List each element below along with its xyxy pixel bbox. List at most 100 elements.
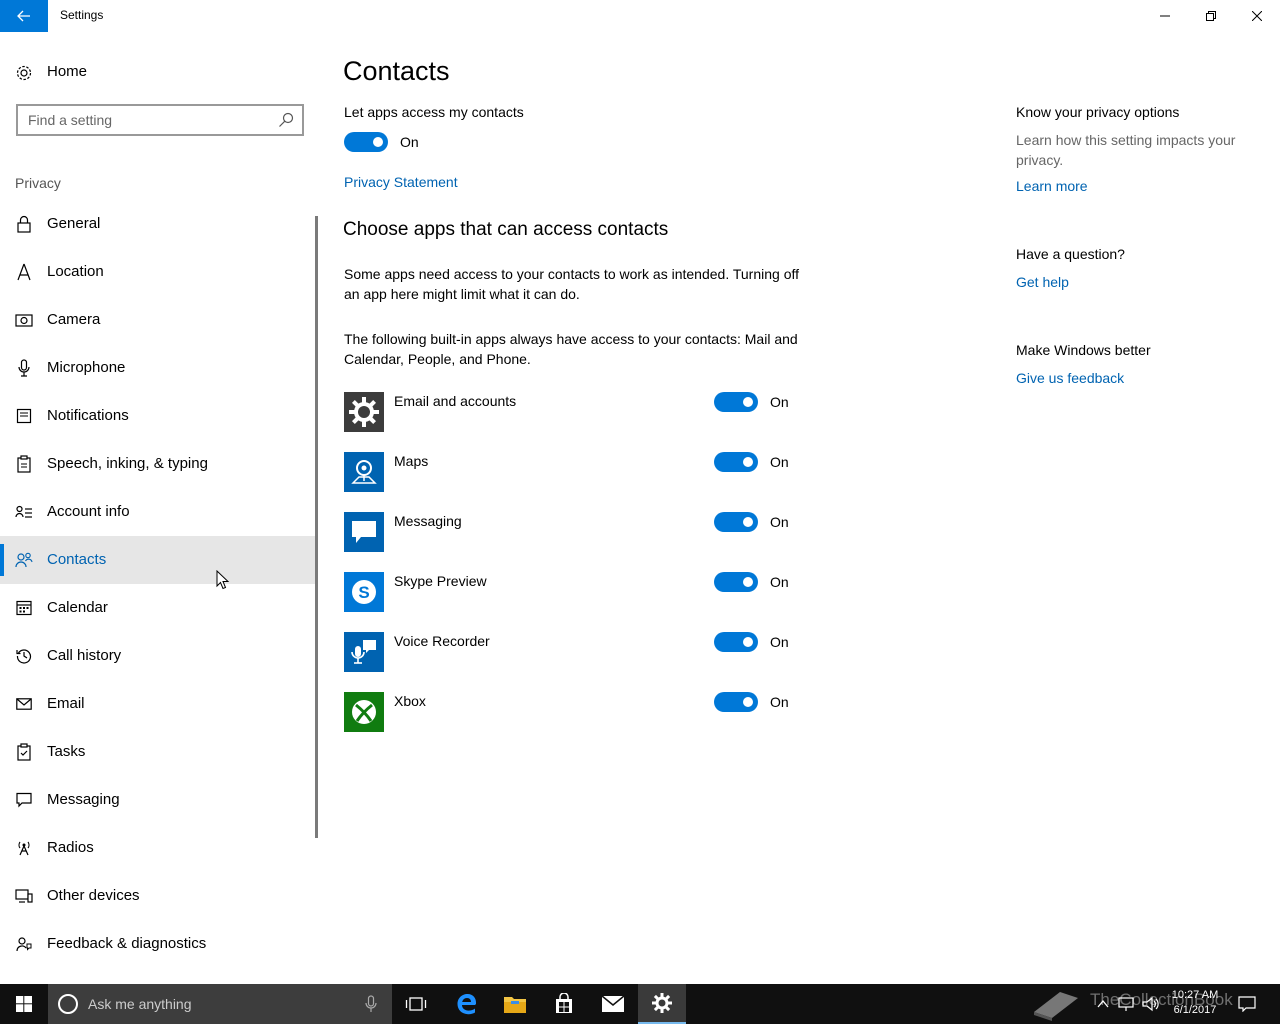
messaging-icon <box>344 512 384 552</box>
sidebar: Home Privacy General Location Camera Mic… <box>0 32 320 984</box>
minimize-button[interactable] <box>1142 0 1188 32</box>
sidebar-item-label: Camera <box>47 311 101 328</box>
sidebar-item-label: Other devices <box>47 887 140 904</box>
sidebar-item-contacts[interactable]: Contacts <box>0 536 316 584</box>
skype-toggle[interactable] <box>714 572 758 592</box>
sidebar-item-email[interactable]: Email <box>0 680 316 728</box>
voice-recorder-toggle[interactable] <box>714 632 758 652</box>
gear-icon <box>344 392 384 432</box>
sidebar-item-call-history[interactable]: Call history <box>0 632 316 680</box>
svg-text:S: S <box>358 583 369 602</box>
messaging-state: On <box>770 514 789 530</box>
sidebar-item-label: Speech, inking, & typing <box>47 455 208 472</box>
chevron-up-icon[interactable] <box>1096 997 1110 1011</box>
sidebar-item-messaging[interactable]: Messaging <box>0 776 316 824</box>
book-logo-icon <box>1034 992 1078 1021</box>
sidebar-item-notifications[interactable]: Notifications <box>0 392 316 440</box>
sidebar-item-label: Location <box>47 263 104 280</box>
sidebar-item-general[interactable]: General <box>0 200 316 248</box>
question-heading: Have a question? <box>1016 246 1125 262</box>
network-icon[interactable] <box>1118 996 1134 1012</box>
home-nav-item[interactable]: Home <box>0 56 320 90</box>
sidebar-scrollbar[interactable] <box>315 216 318 838</box>
maps-state: On <box>770 454 789 470</box>
sidebar-item-tasks[interactable]: Tasks <box>0 728 316 776</box>
clock-time: 10:27 AM <box>1171 989 1219 1001</box>
email-icon <box>15 694 33 714</box>
title-bar: Settings <box>0 0 1280 32</box>
restore-icon <box>1206 11 1216 21</box>
voice-recorder-icon <box>344 632 384 672</box>
sidebar-item-other-devices[interactable]: Other devices <box>0 872 316 920</box>
app-row-messaging: Messaging On <box>344 512 804 552</box>
sidebar-item-calendar[interactable]: Calendar <box>0 584 316 632</box>
messaging-toggle[interactable] <box>714 512 758 532</box>
email-accounts-state: On <box>770 394 789 410</box>
mail-taskbar-button[interactable] <box>589 984 637 1024</box>
sidebar-item-feedback[interactable]: Feedback & diagnostics <box>0 920 316 968</box>
sidebar-item-account-info[interactable]: Account info <box>0 488 316 536</box>
skype-state: On <box>770 574 789 590</box>
file-explorer-taskbar-button[interactable] <box>491 984 539 1024</box>
sidebar-item-label: General <box>47 215 101 232</box>
sidebar-item-radios[interactable]: Radios <box>0 824 316 872</box>
store-taskbar-button[interactable] <box>540 984 588 1024</box>
back-button[interactable] <box>0 0 48 32</box>
restore-button[interactable] <box>1188 0 1234 32</box>
tasks-icon <box>15 742 33 762</box>
xbox-icon <box>344 692 384 732</box>
xbox-toggle[interactable] <box>714 692 758 712</box>
volume-icon[interactable] <box>1142 996 1160 1012</box>
app-row-email-accounts: Email and accounts On <box>344 392 804 432</box>
access-setting-label: Let apps access my contacts <box>344 104 524 120</box>
camera-icon <box>15 310 33 330</box>
get-help-link[interactable]: Get help <box>1016 274 1069 290</box>
calendar-icon <box>15 598 33 618</box>
task-view-icon <box>405 997 427 1011</box>
app-row-voice-recorder: Voice Recorder On <box>344 632 804 672</box>
start-button[interactable] <box>0 984 48 1024</box>
gear-icon <box>16 65 32 81</box>
cortana-search-text: Ask me anything <box>88 996 192 1012</box>
clock[interactable]: 10:27 AM 6/1/2017 <box>1160 988 1230 1018</box>
taskbar: Ask me anything TheCollectionBook 10:27 … <box>0 984 1280 1024</box>
task-view-button[interactable] <box>392 984 440 1024</box>
cortana-search-box[interactable]: Ask me anything <box>48 984 392 1024</box>
contacts-access-toggle[interactable] <box>344 132 388 152</box>
sidebar-item-location[interactable]: Location <box>0 248 316 296</box>
sidebar-item-label: Messaging <box>47 791 120 808</box>
search-box[interactable] <box>16 104 304 136</box>
sidebar-item-camera[interactable]: Camera <box>0 296 316 344</box>
search-input[interactable] <box>28 111 268 129</box>
sidebar-item-label: Account info <box>47 503 130 520</box>
search-icon[interactable] <box>278 112 294 128</box>
microphone-icon[interactable] <box>364 994 378 1014</box>
intro-paragraph: Some apps need access to your contacts t… <box>344 266 800 302</box>
notifications-icon <box>15 406 33 426</box>
windows-logo-icon <box>16 996 32 1012</box>
edge-taskbar-button[interactable] <box>443 984 491 1024</box>
email-accounts-toggle[interactable] <box>714 392 758 412</box>
maps-toggle[interactable] <box>714 452 758 472</box>
privacy-statement-link[interactable]: Privacy Statement <box>344 174 458 190</box>
action-center-icon[interactable] <box>1238 996 1256 1012</box>
sidebar-item-microphone[interactable]: Microphone <box>0 344 316 392</box>
sidebar-item-label: Contacts <box>47 551 107 568</box>
voice-recorder-state: On <box>770 634 789 650</box>
location-icon <box>15 262 33 282</box>
section-label: Privacy <box>15 175 61 191</box>
settings-taskbar-button[interactable] <box>638 984 686 1024</box>
devices-icon <box>15 886 33 906</box>
sidebar-item-speech[interactable]: Speech, inking, & typing <box>0 440 316 488</box>
radios-icon <box>15 838 33 858</box>
cortana-icon <box>58 994 78 1014</box>
give-feedback-link[interactable]: Give us feedback <box>1016 370 1124 386</box>
contacts-access-state: On <box>400 134 419 150</box>
learn-more-link[interactable]: Learn more <box>1016 178 1088 194</box>
close-button[interactable] <box>1234 0 1280 32</box>
sidebar-item-label: Call history <box>47 647 122 664</box>
minimize-icon <box>1160 15 1170 17</box>
messaging-icon <box>15 790 33 810</box>
mouse-cursor-icon <box>216 570 230 590</box>
contacts-icon <box>15 550 33 570</box>
